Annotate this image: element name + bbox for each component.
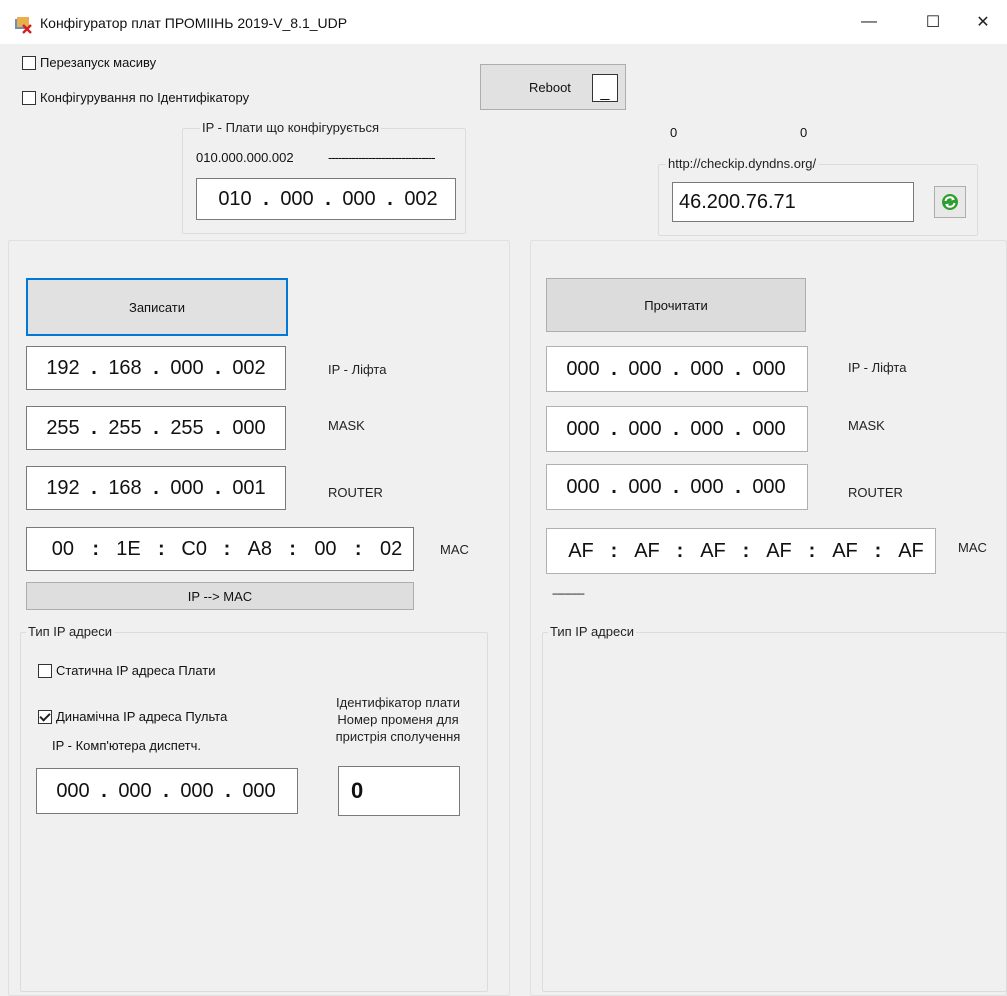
left-mask-label: MASK bbox=[328, 418, 365, 433]
ip-octet: 000 bbox=[566, 417, 600, 440]
mac-byte: 02 bbox=[379, 537, 403, 560]
ip-octet: 255 bbox=[108, 416, 142, 439]
write-button[interactable]: Записати bbox=[26, 278, 288, 336]
counter-b: 0 bbox=[800, 125, 808, 140]
board-ip-octet: 002 bbox=[404, 187, 438, 210]
ip-octet: 000 bbox=[118, 779, 152, 802]
ip-octet: 000 bbox=[690, 475, 724, 498]
board-ip-octet: 000 bbox=[280, 187, 314, 210]
ip-octet: 000 bbox=[566, 475, 600, 498]
reboot-indicator: _ bbox=[592, 74, 618, 102]
close-button[interactable]: ✕ bbox=[962, 6, 1004, 38]
right-mac-label: MAC bbox=[958, 540, 987, 555]
board-id-line2: Номер променя для bbox=[337, 712, 459, 727]
ip-octet: 000 bbox=[752, 357, 786, 380]
left-ip-type-legend: Тип IP адреси bbox=[26, 624, 114, 639]
dynamic-ip-label: Динамічна IP адреса Пульта bbox=[56, 709, 228, 724]
static-ip-checkbox[interactable] bbox=[38, 664, 52, 678]
ip-octet: 000 bbox=[232, 416, 266, 439]
right-ip-type-legend: Тип IP адреси bbox=[548, 624, 636, 639]
mac-byte: AF bbox=[898, 539, 924, 562]
right-router-label: ROUTER bbox=[848, 485, 903, 500]
right-router-input[interactable]: 000. 000. 000. 000 bbox=[546, 464, 808, 510]
right-mac-input[interactable]: AF: AF: AF: AF: AF: AF bbox=[546, 528, 936, 574]
ip-octet: 000 bbox=[628, 417, 662, 440]
left-mac-input[interactable]: 00: 1E: C0: A8: 00: 02 bbox=[26, 527, 414, 571]
ip-octet: 000 bbox=[752, 417, 786, 440]
board-id-line3: пристрія сполучення bbox=[335, 729, 461, 744]
ip-octet: 000 bbox=[628, 475, 662, 498]
mac-byte: C0 bbox=[181, 537, 207, 560]
ip-octet: 255 bbox=[170, 416, 204, 439]
right-mask-label: MASK bbox=[848, 418, 885, 433]
left-router-input[interactable]: 192. 168. 000. 001 bbox=[26, 466, 286, 510]
ip-octet: 000 bbox=[690, 357, 724, 380]
board-ip-text: 010.000.000.002 bbox=[196, 150, 294, 165]
ip-octet: 000 bbox=[56, 779, 90, 802]
ip-octet: 192 bbox=[46, 356, 80, 379]
right-ip-lift-label: IP - Ліфта bbox=[848, 360, 907, 375]
ip-octet: 000 bbox=[752, 475, 786, 498]
reboot-label: Reboot bbox=[529, 79, 571, 95]
maximize-button[interactable]: ☐ bbox=[912, 6, 954, 38]
checkip-legend: http://checkip.dyndns.org/ bbox=[666, 156, 819, 171]
static-ip-label: Статична IP адреса Плати bbox=[56, 663, 216, 678]
ip-octet: 000 bbox=[690, 417, 724, 440]
ip-octet: 002 bbox=[232, 356, 266, 379]
external-ip-field[interactable]: 46.200.76.71 bbox=[672, 182, 914, 222]
restart-array-checkbox[interactable] bbox=[22, 56, 36, 70]
mac-byte: AF bbox=[832, 539, 858, 562]
board-ip-octet: 010 bbox=[218, 187, 252, 210]
ip-octet: 168 bbox=[108, 476, 142, 499]
left-ip-lift-label: IP - Ліфта bbox=[328, 362, 387, 377]
board-ip-octet: 000 bbox=[342, 187, 376, 210]
mac-byte: 00 bbox=[314, 537, 337, 560]
ip-octet: 000 bbox=[180, 779, 214, 802]
ip-octet: 001 bbox=[232, 476, 266, 499]
ip-octet: 000 bbox=[170, 476, 204, 499]
dispatcher-ip-input[interactable]: 000. 000. 000. 000 bbox=[36, 768, 298, 814]
ip-to-mac-button[interactable]: IP --> MAC bbox=[26, 582, 414, 610]
right-dashes: ------------ bbox=[552, 588, 585, 600]
ip-octet: 000 bbox=[628, 357, 662, 380]
left-router-label: ROUTER bbox=[328, 485, 383, 500]
mac-byte: AF bbox=[700, 539, 726, 562]
left-ip-lift-input[interactable]: 192. 168. 000. 002 bbox=[26, 346, 286, 390]
refresh-button[interactable] bbox=[934, 186, 966, 218]
mac-byte: A8 bbox=[247, 537, 273, 560]
ip-octet: 192 bbox=[46, 476, 80, 499]
mac-byte: 00 bbox=[51, 537, 74, 560]
dynamic-ip-checkbox[interactable] bbox=[38, 710, 52, 724]
board-ip-input[interactable]: 010. 000. 000. 002 bbox=[196, 178, 456, 220]
refresh-icon bbox=[942, 194, 958, 210]
ip-octet: 000 bbox=[566, 357, 600, 380]
right-ip-lift-input[interactable]: 000. 000. 000. 000 bbox=[546, 346, 808, 392]
board-ip-legend: IP - Плати що конфігурується bbox=[200, 120, 382, 135]
ip-octet: 255 bbox=[46, 416, 80, 439]
board-id-caption: Ідентифікатор плати Номер променя для пр… bbox=[318, 694, 478, 745]
board-ip-dashes: -------------------------------- bbox=[328, 150, 436, 165]
app-icon bbox=[15, 17, 32, 34]
ip-octet: 000 bbox=[242, 779, 276, 802]
config-by-id-checkbox[interactable] bbox=[22, 91, 36, 105]
counter-a: 0 bbox=[670, 125, 678, 140]
left-mac-label: MAC bbox=[440, 542, 469, 557]
board-id-input[interactable]: 0 bbox=[338, 766, 460, 816]
ip-octet: 168 bbox=[108, 356, 142, 379]
ip-octet: 000 bbox=[170, 356, 204, 379]
config-by-id-label: Конфігурування по Ідентифікатору bbox=[40, 90, 250, 105]
right-ip-type-group bbox=[542, 632, 1007, 992]
read-button[interactable]: Прочитати bbox=[546, 278, 806, 332]
mac-byte: 1E bbox=[116, 537, 141, 560]
mac-byte: AF bbox=[634, 539, 660, 562]
restart-array-label: Перезапуск масиву bbox=[40, 55, 157, 70]
minimize-button[interactable]: — bbox=[848, 6, 890, 38]
dispatcher-ip-label: IP - Комп'ютера диспетч. bbox=[52, 738, 201, 753]
window-title: Конфігуратор плат ПРОМІІНЬ 2019-V_8.1_UD… bbox=[40, 15, 348, 31]
left-mask-input[interactable]: 255. 255. 255. 000 bbox=[26, 406, 286, 450]
mac-byte: AF bbox=[766, 539, 792, 562]
right-mask-input[interactable]: 000. 000. 000. 000 bbox=[546, 406, 808, 452]
mac-byte: AF bbox=[568, 539, 594, 562]
board-id-line1: Ідентифікатор плати bbox=[336, 695, 460, 710]
